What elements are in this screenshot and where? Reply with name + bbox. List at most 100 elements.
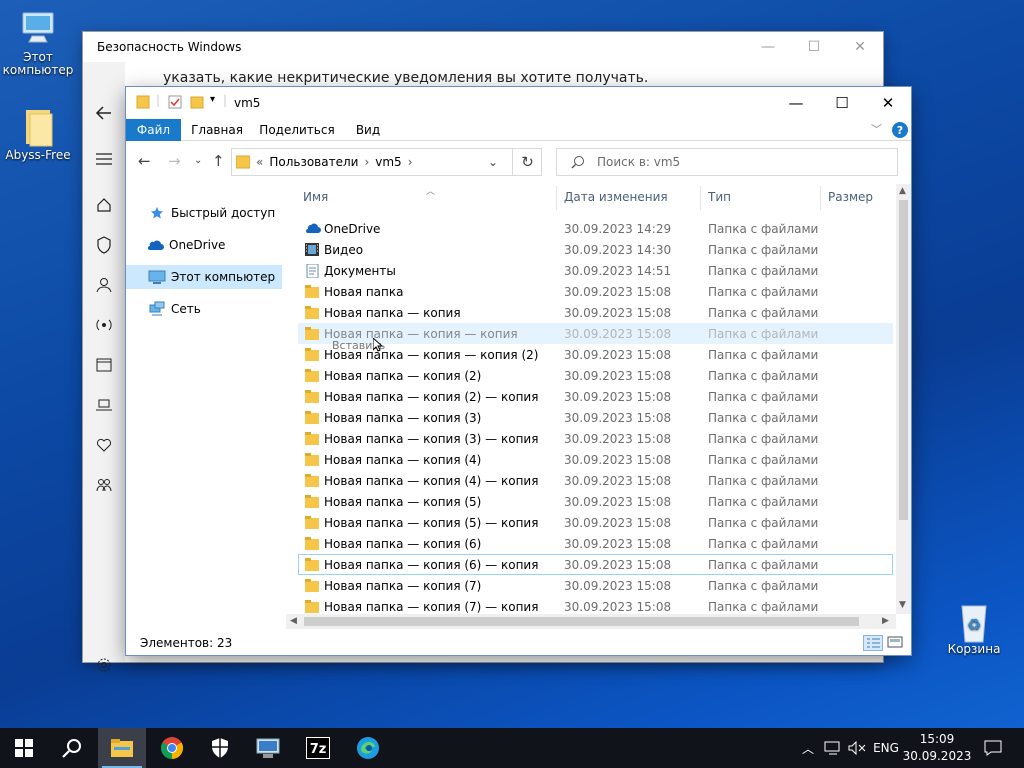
address-overflow[interactable]: « bbox=[256, 155, 263, 169]
file-row[interactable]: Новая папка — копия (6) 30.09.2023 15:08 П… bbox=[298, 533, 893, 554]
file-name: Новая папка — копия (7) — копия bbox=[324, 600, 539, 614]
up-arrow-icon[interactable]: ↑ bbox=[212, 152, 225, 170]
tab-share[interactable]: Поделиться bbox=[256, 119, 338, 141]
nav-item-network[interactable]: Сеть bbox=[126, 297, 282, 321]
column-separator[interactable] bbox=[820, 186, 821, 210]
file-row[interactable]: Новая папка — копия 30.09.2023 15:08 Папка… bbox=[298, 302, 893, 323]
tab-file[interactable]: Файл bbox=[126, 119, 181, 141]
file-row[interactable]: OneDrive 30.09.2023 14:29 Папка с файлами bbox=[298, 218, 893, 239]
file-row[interactable]: Новая папка — копия — копия (2) 30.09.202… bbox=[298, 344, 893, 365]
close-button[interactable]: ✕ bbox=[865, 87, 911, 119]
vertical-scrollbar[interactable]: ▲ ▼ bbox=[896, 184, 911, 614]
scrollbar-thumb[interactable] bbox=[304, 617, 859, 626]
desktop-icon-recycle-bin[interactable]: ♻ Корзина bbox=[936, 600, 1012, 656]
column-header-name[interactable]: Имя bbox=[303, 190, 328, 206]
taskbar-file-explorer[interactable] bbox=[98, 728, 146, 768]
file-row[interactable]: Новая папка — копия (3) — копия 30.09.202… bbox=[298, 428, 893, 449]
tab-home[interactable]: Главная bbox=[186, 119, 248, 141]
nav-item-onedrive[interactable]: OneDrive bbox=[126, 233, 282, 257]
breadcrumb-separator-icon[interactable]: › bbox=[408, 155, 413, 169]
taskbar-chrome[interactable] bbox=[148, 728, 196, 768]
show-hidden-icons-chevron-icon[interactable]: ︿ bbox=[798, 728, 818, 768]
taskbar-7zip[interactable]: 7z bbox=[294, 728, 342, 768]
tab-view[interactable]: Вид bbox=[348, 119, 388, 141]
minimize-button[interactable]: — bbox=[773, 87, 819, 119]
maximize-button[interactable]: ☐ bbox=[819, 87, 865, 119]
scroll-right-arrow-icon[interactable]: ▶ bbox=[882, 616, 889, 626]
start-button[interactable] bbox=[0, 728, 48, 768]
file-row[interactable]: Новая папка — копия — копия 30.09.2023 15… bbox=[298, 323, 893, 352]
file-row[interactable]: Документы 30.09.2023 14:51 Папка с файлами bbox=[298, 260, 893, 281]
horizontal-scrollbar[interactable]: ◀ ▶ bbox=[286, 614, 896, 629]
volume-muted-icon[interactable] bbox=[846, 728, 868, 768]
scroll-down-arrow-icon[interactable]: ▼ bbox=[899, 600, 906, 610]
onedrive-cloud-icon bbox=[305, 222, 321, 235]
title-bar[interactable]: | ▾ | vm5 — ☐ ✕ bbox=[126, 87, 911, 119]
help-icon[interactable]: ? bbox=[892, 122, 908, 138]
column-separator[interactable] bbox=[556, 186, 557, 210]
breadcrumb-vm5[interactable]: vm5 bbox=[375, 155, 401, 169]
column-separator[interactable] bbox=[700, 186, 701, 210]
breadcrumb-separator-icon[interactable]: › bbox=[364, 155, 369, 169]
address-dropdown-icon[interactable]: ⌄ bbox=[488, 155, 498, 169]
file-row[interactable]: Новая папка — копия (3) 30.09.2023 15:08 П… bbox=[298, 407, 893, 428]
firewall-network-icon[interactable] bbox=[91, 312, 117, 338]
column-header-date[interactable]: Дата изменения bbox=[564, 190, 668, 206]
forward-arrow-icon[interactable]: → bbox=[168, 152, 181, 170]
large-icons-view-icon[interactable] bbox=[886, 635, 906, 651]
scroll-up-arrow-icon[interactable]: ▲ bbox=[899, 186, 906, 196]
back-arrow-icon[interactable] bbox=[91, 100, 117, 126]
new-folder-icon[interactable] bbox=[190, 95, 204, 112]
scrollbar-thumb[interactable] bbox=[899, 200, 908, 520]
file-row[interactable]: Новая папка — копия (5) 30.09.2023 15:08 П… bbox=[298, 491, 893, 512]
recent-locations-chevron-icon[interactable]: ⌄ bbox=[194, 155, 202, 166]
minimize-button[interactable]: — bbox=[745, 32, 791, 62]
file-row[interactable]: Новая папка — копия (7) 30.09.2023 15:08 П… bbox=[298, 575, 893, 596]
address-bar[interactable]: « Пользователи › vm5 › ⌄ ↻ bbox=[231, 148, 542, 176]
breadcrumb-users[interactable]: Пользователи bbox=[269, 155, 358, 169]
file-row[interactable]: Новая папка — копия (2) — копия 30.09.202… bbox=[298, 386, 893, 407]
desktop-icon-this-pc[interactable]: Этот компьютер bbox=[0, 8, 76, 77]
input-language[interactable]: ENG bbox=[870, 728, 902, 768]
back-arrow-icon[interactable]: ← bbox=[138, 152, 151, 170]
account-icon[interactable] bbox=[91, 272, 117, 298]
nav-item-quick-access[interactable]: Быстрый доступ bbox=[126, 201, 282, 225]
column-header-size[interactable]: Размер bbox=[828, 190, 873, 206]
taskbar-edge[interactable] bbox=[344, 728, 392, 768]
file-row[interactable]: Видео 30.09.2023 14:30 Папка с файлами bbox=[298, 239, 893, 260]
details-view-icon[interactable] bbox=[863, 635, 883, 651]
settings-gear-icon[interactable] bbox=[91, 652, 117, 678]
file-row[interactable]: Новая папка — копия (7) — копия 30.09.202… bbox=[298, 596, 893, 614]
maximize-button[interactable]: ☐ bbox=[791, 32, 837, 62]
clock[interactable]: 15:09 30.09.2023 bbox=[900, 731, 974, 765]
desktop-icon-abyss-free[interactable]: Abyss-Free bbox=[0, 106, 76, 162]
scroll-left-arrow-icon[interactable]: ◀ bbox=[290, 616, 297, 626]
device-laptop-icon[interactable] bbox=[91, 392, 117, 418]
network-icon[interactable] bbox=[822, 728, 844, 768]
column-header-type[interactable]: Тип bbox=[708, 190, 731, 206]
search-input[interactable]: Поиск в: vm5 bbox=[556, 148, 898, 176]
quick-access-dropdown-icon[interactable]: ▾ bbox=[210, 94, 215, 105]
taskbar-remote-desktop[interactable] bbox=[244, 728, 292, 768]
nav-item-this-pc[interactable]: Этот компьютер bbox=[126, 265, 282, 289]
search-button[interactable] bbox=[48, 728, 96, 768]
file-row[interactable]: Новая папка 30.09.2023 15:08 Папка с файла… bbox=[298, 281, 893, 302]
file-row[interactable]: Новая папка — копия (4) — копия 30.09.202… bbox=[298, 470, 893, 491]
taskbar-windows-security[interactable] bbox=[196, 728, 244, 768]
file-row[interactable]: Новая папка — копия (4) 30.09.2023 15:08 П… bbox=[298, 449, 893, 470]
home-icon[interactable] bbox=[91, 192, 117, 218]
hamburger-menu-icon[interactable] bbox=[91, 146, 117, 172]
health-heart-icon[interactable] bbox=[91, 432, 117, 458]
shield-icon[interactable] bbox=[91, 232, 117, 258]
close-button[interactable]: ✕ bbox=[837, 32, 883, 62]
file-row[interactable]: Новая папка — копия (5) — копия 30.09.202… bbox=[298, 512, 893, 533]
file-row[interactable]: Новая папка — копия (6) — копия 30.09.202… bbox=[298, 554, 893, 575]
ribbon-expand-chevron-icon[interactable]: ﹀ bbox=[871, 121, 882, 137]
refresh-icon[interactable]: ↻ bbox=[512, 149, 542, 175]
file-row[interactable]: Новая папка — копия (2) 30.09.2023 15:08 П… bbox=[298, 365, 893, 386]
search-icon bbox=[571, 156, 584, 169]
notifications-icon[interactable] bbox=[978, 728, 1008, 768]
properties-check-icon[interactable] bbox=[168, 95, 182, 112]
app-browser-icon[interactable] bbox=[91, 352, 117, 378]
family-icon[interactable] bbox=[91, 472, 117, 498]
